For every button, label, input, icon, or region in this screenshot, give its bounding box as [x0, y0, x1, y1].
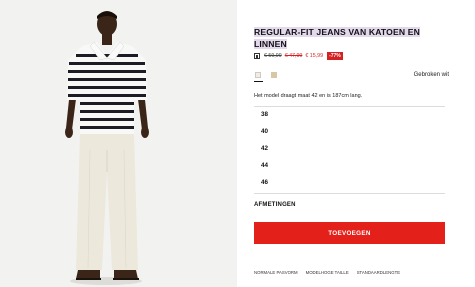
product-title-text: REGULAR-FIT JEANS VAN KATOEN EN LINNEN: [254, 27, 421, 49]
discount-badge: -77%: [327, 52, 343, 60]
price-info-icon[interactable]: [254, 53, 260, 59]
fit-link-modelhoge-taille[interactable]: MODELHOGE TAILLE: [306, 270, 349, 275]
model-illustration: [0, 0, 237, 287]
product-photo[interactable]: [0, 0, 237, 287]
color-swatch-gebroken-wit[interactable]: [255, 72, 261, 78]
selected-color-name: Gebroken wit: [413, 72, 449, 78]
divider: [254, 106, 445, 107]
size-option-44[interactable]: 44: [261, 161, 285, 171]
afmetingen-link[interactable]: AFMETINGEN: [254, 202, 296, 208]
size-option-42[interactable]: 42: [261, 144, 285, 154]
color-swatch-beige[interactable]: [271, 72, 277, 78]
product-info-panel: REGULAR-FIT JEANS VAN KATOEN EN LINNEN €…: [254, 0, 450, 287]
selected-swatch-indicator: [254, 81, 263, 82]
price-row: € 59,99 € 47,99 € 15,99 -77%: [254, 51, 343, 61]
fit-link-standaardlengte[interactable]: STANDAARDLENGTE: [357, 270, 400, 275]
previous-price: € 47,99: [284, 53, 303, 59]
sale-price: € 15,99: [305, 53, 324, 59]
size-option-46[interactable]: 46: [261, 178, 285, 188]
model-size-note: Het model draagt maat 42 en is 187cm lan…: [254, 93, 363, 99]
size-option-40[interactable]: 40: [261, 127, 285, 137]
size-option-38[interactable]: 38: [261, 110, 285, 120]
divider: [254, 193, 445, 194]
add-to-cart-button[interactable]: TOEVOEGEN: [254, 222, 445, 244]
fit-info-links: NORMALE PASVORM MODELHOGE TAILLE STANDAA…: [254, 270, 400, 275]
original-price: € 59,99: [264, 53, 282, 59]
product-title: REGULAR-FIT JEANS VAN KATOEN EN LINNEN: [254, 26, 444, 50]
fit-link-normale-pasvorm[interactable]: NORMALE PASVORM: [254, 270, 298, 275]
